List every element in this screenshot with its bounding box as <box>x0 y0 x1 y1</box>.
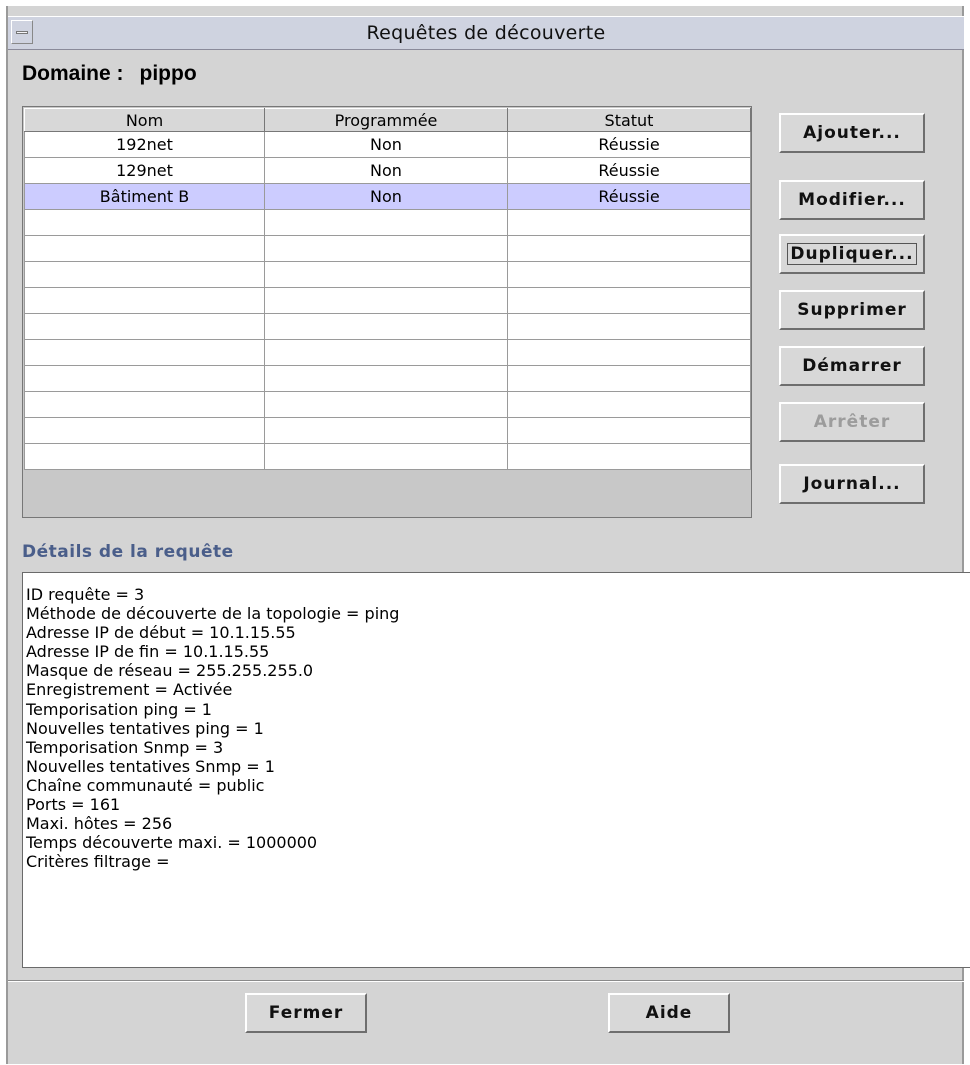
table-row-selected[interactable]: Bâtiment B Non Réussie <box>24 183 751 210</box>
ajouter-button[interactable]: Ajouter... <box>779 113 925 153</box>
table-row[interactable]: 129net Non Réussie <box>24 157 751 184</box>
modifier-button[interactable]: Modifier... <box>779 180 925 220</box>
details-section-title: Détails de la requête <box>22 542 234 562</box>
empty-row[interactable] <box>24 443 751 470</box>
window-title: Requêtes de découverte <box>366 22 606 44</box>
empty-cell <box>264 209 508 236</box>
domain-label: Domaine : <box>22 62 124 85</box>
dupliquer-label: Dupliquer... <box>787 243 917 265</box>
details-line: Ports = 161 <box>26 795 121 815</box>
request-details-textarea[interactable]: ID requête = 3 Méthode de découverte de … <box>22 572 970 968</box>
empty-cell <box>264 365 508 392</box>
cell-statut: Réussie <box>507 157 751 184</box>
details-line: Temporisation Snmp = 3 <box>26 737 224 757</box>
empty-cell <box>24 417 265 444</box>
empty-cell <box>507 287 751 314</box>
details-line: Temporisation ping = 1 <box>26 699 212 719</box>
aide-button[interactable]: Aide <box>608 993 730 1033</box>
details-line: Enregistrement = Activée <box>26 680 233 700</box>
discovery-requests-window: Requêtes de découverte Domaine : pippo No… <box>6 6 970 1064</box>
empty-row[interactable] <box>24 209 751 236</box>
empty-cell <box>24 261 265 288</box>
empty-cell <box>507 313 751 340</box>
empty-row[interactable] <box>24 391 751 418</box>
empty-cell <box>24 365 265 392</box>
details-line: Nouvelles tentatives Snmp = 1 <box>26 756 275 776</box>
empty-cell <box>24 443 265 470</box>
details-line: Chaîne communauté = public <box>26 775 265 795</box>
cell-programmee: Non <box>264 183 508 210</box>
empty-row[interactable] <box>24 339 751 366</box>
cell-statut: Réussie <box>507 183 751 210</box>
bottom-separator <box>8 980 964 982</box>
empty-cell <box>264 391 508 418</box>
empty-row[interactable] <box>24 261 751 288</box>
details-line: Nouvelles tentatives ping = 1 <box>26 718 264 738</box>
empty-cell <box>24 391 265 418</box>
empty-row[interactable] <box>24 313 751 340</box>
empty-cell <box>264 339 508 366</box>
dupliquer-button[interactable]: Dupliquer... <box>779 234 925 274</box>
table-row[interactable]: 192net Non Réussie <box>24 131 751 158</box>
empty-cell <box>507 443 751 470</box>
empty-cell <box>507 339 751 366</box>
requests-grid: Nom Programmée Statut 192net Non Réussie… <box>24 108 751 470</box>
arreter-button[interactable]: Arrêter <box>779 402 925 442</box>
demarrer-button[interactable]: Démarrer <box>779 346 925 386</box>
column-header-nom[interactable]: Nom <box>24 108 265 132</box>
details-line: Masque de réseau = 255.255.255.0 <box>26 661 314 681</box>
empty-cell <box>264 261 508 288</box>
details-line: Temps découverte maxi. = 1000000 <box>26 833 318 853</box>
details-line: Méthode de découverte de la topologie = … <box>26 604 400 624</box>
empty-cell <box>264 443 508 470</box>
empty-cell <box>24 339 265 366</box>
table-header-row: Nom Programmée Statut <box>24 108 751 132</box>
empty-row[interactable] <box>24 287 751 314</box>
empty-row[interactable] <box>24 417 751 444</box>
fermer-button[interactable]: Fermer <box>245 993 367 1033</box>
empty-cell <box>507 417 751 444</box>
journal-button[interactable]: Journal... <box>779 464 925 504</box>
empty-cell <box>507 261 751 288</box>
requests-table: Nom Programmée Statut 192net Non Réussie… <box>22 106 752 518</box>
empty-cell <box>24 313 265 340</box>
empty-cell <box>264 235 508 262</box>
supprimer-button[interactable]: Supprimer <box>779 290 925 330</box>
cell-nom: 129net <box>24 157 265 184</box>
empty-cell <box>264 417 508 444</box>
empty-cell <box>24 209 265 236</box>
cell-nom: Bâtiment B <box>24 183 265 210</box>
details-line: Adresse IP de début = 10.1.15.55 <box>26 623 296 643</box>
cell-statut: Réussie <box>507 131 751 158</box>
empty-cell <box>507 365 751 392</box>
details-line: Critères filtrage = <box>26 852 170 872</box>
details-line: Maxi. hôtes = 256 <box>26 814 173 834</box>
column-header-statut[interactable]: Statut <box>507 108 751 132</box>
details-line: Adresse IP de fin = 10.1.15.55 <box>26 642 270 662</box>
details-line: ID requête = 3 <box>26 585 145 604</box>
column-header-programmee[interactable]: Programmée <box>264 108 508 132</box>
domain-value: pippo <box>139 62 197 85</box>
empty-cell <box>507 209 751 236</box>
empty-cell <box>507 391 751 418</box>
empty-cell <box>24 235 265 262</box>
empty-cell <box>264 313 508 340</box>
empty-row[interactable] <box>24 235 751 262</box>
cell-nom: 192net <box>24 131 265 158</box>
cell-programmee: Non <box>264 131 508 158</box>
cell-programmee: Non <box>264 157 508 184</box>
domain-line: Domaine : pippo <box>22 62 197 86</box>
empty-cell <box>507 235 751 262</box>
empty-row[interactable] <box>24 365 751 392</box>
empty-cell <box>24 287 265 314</box>
title-bar[interactable]: Requêtes de découverte <box>8 16 964 50</box>
empty-cell <box>264 287 508 314</box>
